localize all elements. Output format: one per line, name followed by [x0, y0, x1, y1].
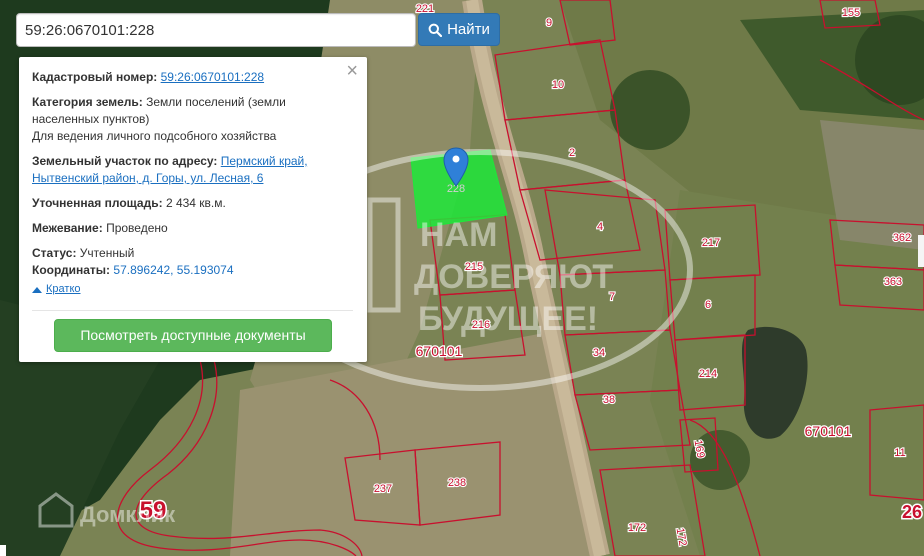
parcel-label: 216: [472, 319, 490, 331]
parcel-label: 9: [546, 17, 552, 29]
status-value: Учтенный: [79, 246, 135, 260]
close-icon[interactable]: ×: [346, 61, 358, 81]
usage-value: Для ведения личного подсобного хозяйства: [32, 129, 277, 143]
divider: [32, 310, 353, 311]
watermark-text-top: НАМ: [420, 216, 497, 254]
parcel-label: 4: [597, 221, 603, 233]
category-label: Категория земель:: [32, 95, 143, 109]
parcel-label: 38: [603, 394, 615, 406]
parcel-label: 217: [702, 237, 720, 249]
cadastral-link[interactable]: 59:26:0670101:228: [161, 70, 264, 84]
parcel-label: 214: [699, 368, 717, 380]
collapse-link[interactable]: Кратко: [46, 281, 81, 298]
search-bar: [16, 13, 416, 47]
parcel-label: 237: [374, 483, 392, 495]
coords-label: Координаты:: [32, 263, 111, 277]
parcel-label: 155: [842, 7, 860, 19]
parcel-label: 238: [448, 477, 466, 489]
quarter-label: 670101: [805, 423, 852, 439]
area-value: 2 434 кв.м.: [165, 196, 226, 210]
search-button[interactable]: Найти: [418, 13, 500, 46]
edge-region-label: 26: [902, 502, 922, 522]
parcel-label: 215: [465, 261, 483, 273]
parcel-label: 362: [893, 232, 911, 244]
cadastral-label: Кадастровый номер:: [32, 70, 158, 84]
parcel-label: 172: [628, 522, 646, 534]
parcel-label: 2: [569, 147, 575, 159]
parcel-label: 34: [593, 347, 605, 359]
collapse-toggle[interactable]: Кратко: [32, 281, 353, 298]
coords-link[interactable]: 57.896242, 55.193074: [113, 263, 233, 277]
parcel-label: 363: [884, 276, 902, 288]
search-button-label: Найти: [447, 21, 490, 38]
survey-value: Проведено: [106, 221, 168, 235]
search-icon: [428, 23, 443, 37]
status-label: Статус:: [32, 246, 77, 260]
cadastral-search-input[interactable]: [16, 13, 416, 47]
survey-label: Межевание:: [32, 221, 103, 235]
area-label: Уточненная площадь:: [32, 196, 163, 210]
collapse-arrow-icon: [32, 286, 42, 293]
parcel-info-popup: × Кадастровый номер: 59:26:0670101:228 К…: [19, 57, 367, 362]
brand-watermark-text: Домклик: [80, 502, 176, 527]
parcel-label: 7: [609, 291, 615, 303]
view-documents-button[interactable]: Посмотреть доступные документы: [54, 319, 332, 352]
parcel-label: 11: [894, 447, 905, 459]
watermark-text-mid: ДОВЕРЯЮТ: [414, 258, 613, 296]
quarter-label: 670101: [416, 343, 463, 359]
watermark-text-bottom: БУДУЩЕЕ!: [418, 300, 598, 338]
parcel-label: 6: [705, 299, 711, 311]
address-label: Земельный участок по адресу:: [32, 154, 218, 168]
parcel-label: 10: [552, 79, 564, 91]
